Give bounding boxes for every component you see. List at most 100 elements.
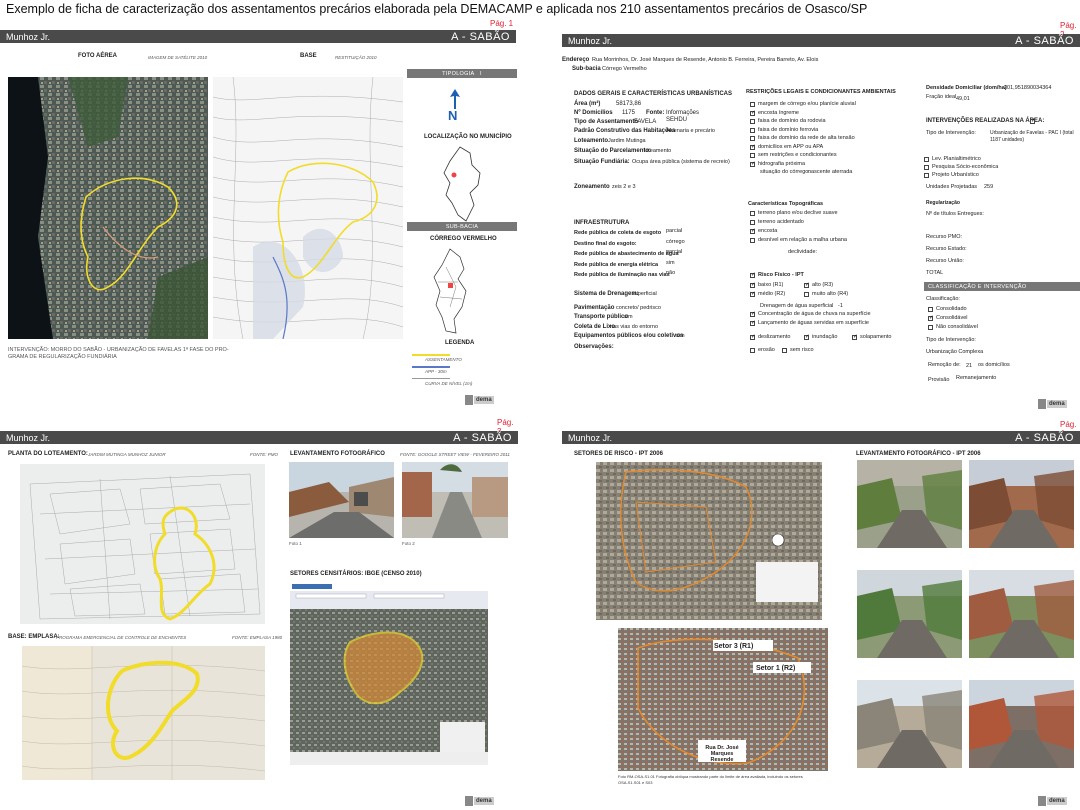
aerial-photo xyxy=(8,77,208,339)
fonte-label: Fonte: xyxy=(646,110,665,116)
topografia-checkbox[interactable] xyxy=(750,220,755,225)
area-label: Área (m²) xyxy=(574,101,601,107)
conc-check[interactable] xyxy=(750,311,756,317)
corrego-label: CÓRREGO VERMELHO xyxy=(430,236,497,242)
transporte-value: sim xyxy=(624,314,633,320)
risco-checkbox[interactable] xyxy=(750,291,756,297)
topografia-label: encosta xyxy=(758,228,778,234)
base-source: RESTITUIÇÃO 2010 xyxy=(335,55,377,60)
restricao-checkbox[interactable] xyxy=(750,102,755,107)
setores-risco-image xyxy=(596,462,822,620)
restricao-checkbox[interactable] xyxy=(750,144,756,150)
situacao-corrego-value: nascente aterrada xyxy=(808,169,853,175)
densidade-label: Densidade Domiciliar (dom/ha) xyxy=(926,85,1007,91)
restricao-checkbox[interactable] xyxy=(750,161,756,167)
setores-risco-svg xyxy=(596,462,822,620)
risco-checkbox[interactable] xyxy=(804,292,809,297)
ipt-photo xyxy=(969,460,1074,548)
restricoes-heading: RESTRIÇÕES LEGAIS E CONDICIONANTES AMBIE… xyxy=(746,89,896,95)
topografia-checkbox[interactable] xyxy=(750,238,755,243)
oblique-caption-1: Foto RM-OSA-S1.01 Fotografia oblíqua mos… xyxy=(618,774,803,779)
levantamento-checkbox[interactable] xyxy=(924,157,929,162)
lixo-label: Coleta de Lixo xyxy=(574,324,616,330)
risco-label: alto (R3) xyxy=(812,282,834,288)
topografia-checkbox[interactable] xyxy=(750,228,756,234)
setores-risco-label: SETORES DE RISCO - IPT 2006 xyxy=(574,451,663,457)
risco-check[interactable] xyxy=(750,272,756,278)
restricao-checkbox[interactable] xyxy=(750,119,755,124)
transporte-label: Transporte público xyxy=(574,314,629,320)
page-number: Pág. 1 xyxy=(490,19,514,28)
risk-type-checkbox[interactable] xyxy=(852,334,858,340)
ipt-photo xyxy=(969,570,1074,658)
risco-checkbox[interactable] xyxy=(804,282,810,288)
tipologia-bar: TIPOLOGIA I xyxy=(407,69,517,78)
risk-type-checkbox[interactable] xyxy=(750,334,756,340)
rua-label: Rua Dr. José Marques Resende xyxy=(705,745,739,763)
levantamento-label: Lev. Planialtimétrico xyxy=(932,156,981,162)
restricao-checkbox[interactable] xyxy=(750,110,756,116)
dren-sup-value: -1 xyxy=(838,303,843,309)
tipo-intervencao-label: Tipo de Intervenção: xyxy=(926,130,976,136)
street-photo-2 xyxy=(402,462,508,538)
intervencoes-check[interactable] xyxy=(1030,118,1036,124)
demacamp-logo: dema xyxy=(465,393,507,407)
risk-type-label: solapamento xyxy=(860,334,892,340)
subbacia-label: Sub-bacia xyxy=(572,66,601,72)
emplasa-svg xyxy=(22,646,265,780)
restricao-checkbox[interactable] xyxy=(750,127,755,133)
figure-heading: Exemplo de ficha de caracterização dos a… xyxy=(6,2,868,16)
setor3-label: Setor 3 (R1) xyxy=(714,643,754,650)
risk-type-checkbox[interactable] xyxy=(782,348,787,353)
restricao-label: sem restrições e condicionantes xyxy=(758,152,837,158)
emplasa-image xyxy=(22,646,265,780)
setores-censitarios-label: SETORES CENSITÁRIOS: IBGE (CENSO 2010) xyxy=(290,571,422,577)
fracao-label: Fração ideal xyxy=(926,94,957,100)
parcelamento-label: Situação do Parcelamento: xyxy=(574,148,652,154)
page-3: Pág. 3 Munhoz Jr. A - SABÃO PLANTA DO LO… xyxy=(0,414,520,810)
base-emplasa-sub: PROGRAMA EMERGENCIAL DE CONTROLE DE ENCH… xyxy=(56,635,187,640)
infra-row-value: parcial xyxy=(666,249,683,255)
infra-row-label: Destino final do esgoto: xyxy=(574,240,637,247)
street-photo-2-svg xyxy=(402,462,508,538)
page-2: Pág. 2 Munhoz Jr. A - SABÃO Endereço Rua… xyxy=(548,17,1080,410)
levantamento-checkbox[interactable] xyxy=(924,173,929,178)
infra-row-label: Rede pública de energia elétrica xyxy=(574,261,659,268)
restricao-label: faixa de domínio ferrovia xyxy=(758,126,819,133)
oblique-caption-2: OSA-S1.S01 e S03 xyxy=(618,780,653,785)
sub-bacia-bar: SUB-BACIA xyxy=(407,222,517,231)
risco-checkbox[interactable] xyxy=(750,282,756,288)
assentamento-outline-emplasa xyxy=(105,660,200,760)
topografia-checkbox[interactable] xyxy=(750,211,755,216)
municipio-map xyxy=(443,146,481,222)
zoneamento-value: zeis 2 e 3 xyxy=(612,184,636,190)
classificacao-item: Não consolidável xyxy=(936,324,978,330)
classificacao-checkbox[interactable] xyxy=(928,315,934,321)
infra-row-label: Rede pública de coleta de esgoto xyxy=(574,230,662,236)
legend-swatch-assent xyxy=(412,354,450,356)
risk-type-checkbox[interactable] xyxy=(804,334,810,340)
levantamento-label: LEVANTAMENTO FOTOGRÁFICO xyxy=(290,451,385,457)
levantamento-checkbox[interactable] xyxy=(924,165,929,170)
base-map xyxy=(213,77,403,339)
topografia-label: terreno plano e/ou declive suave xyxy=(758,210,838,216)
legend-curva: CURVA DE NÍVEL (1m) xyxy=(425,381,473,386)
classificacao-checkbox[interactable] xyxy=(928,307,933,312)
conc-label: Concentração de água de chuva na superfí… xyxy=(758,311,871,317)
tipo-value: FAVELA xyxy=(634,119,657,125)
street-photo-1-svg xyxy=(289,462,394,538)
north-label: N xyxy=(448,108,458,123)
domicilios-label: Nº Domicílios xyxy=(574,110,613,116)
subbacia-value: Córrego Vermelho xyxy=(602,66,647,72)
restricao-checkbox[interactable] xyxy=(750,153,755,158)
restricao-checkbox[interactable] xyxy=(750,136,755,141)
planta-sub: JARDIM MUTINGA MUNHOZ JUNIOR xyxy=(88,452,166,457)
risk-type-checkbox[interactable] xyxy=(750,348,755,353)
densidade-value: 201,951890034364 xyxy=(1004,85,1052,91)
topografia-label: desnível em relação a malha urbana xyxy=(758,237,847,243)
lanc-check[interactable] xyxy=(750,320,756,326)
classificacao-checkbox[interactable] xyxy=(928,325,933,330)
endereco-value: Rua Morrinhos, Dr. José Marques de Resen… xyxy=(592,57,819,63)
restricao-label: faixa de domínio da rodovia xyxy=(758,118,826,124)
aerial-photo-svg xyxy=(8,77,208,339)
